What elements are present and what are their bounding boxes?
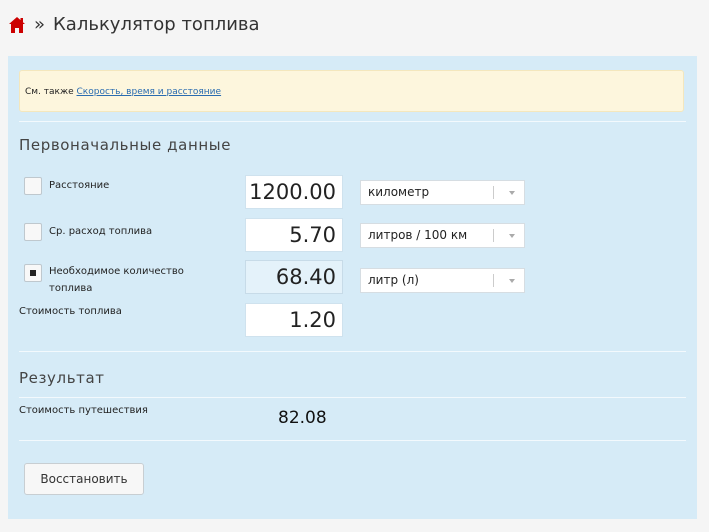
see-also-notice: См. также Скорость, время и расстояние bbox=[19, 70, 684, 112]
divider bbox=[19, 397, 686, 398]
divider bbox=[19, 440, 686, 441]
consumption-unit-select[interactable]: литров / 100 км bbox=[360, 223, 525, 248]
reset-button[interactable]: Восстановить bbox=[24, 463, 144, 495]
calculator-panel: См. также Скорость, время и расстояние П… bbox=[8, 56, 697, 519]
see-also-link[interactable]: Скорость, время и расстояние bbox=[77, 87, 222, 97]
home-icon[interactable] bbox=[8, 16, 26, 34]
fuel-needed-label-line2: топлива bbox=[49, 283, 93, 294]
divider bbox=[19, 121, 686, 122]
fuel-needed-label-line1: Необходимое количество bbox=[49, 266, 184, 277]
select-divider bbox=[493, 186, 494, 199]
trip-cost-value: 82.08 bbox=[278, 408, 327, 428]
fuel-cost-input[interactable]: 1.20 bbox=[245, 303, 343, 337]
consumption-checkbox[interactable] bbox=[24, 223, 42, 241]
fuel-needed-output: 68.40 bbox=[245, 260, 343, 294]
chevron-down-icon bbox=[509, 234, 515, 238]
breadcrumb: » Калькулятор топлива bbox=[8, 14, 260, 35]
distance-checkbox[interactable] bbox=[24, 177, 42, 195]
inputs-section-title: Первоначальные данные bbox=[19, 136, 232, 154]
select-divider bbox=[493, 274, 494, 287]
fuel-needed-unit-value: литр (л) bbox=[368, 273, 419, 287]
fuel-needed-label: Необходимое количество топлива bbox=[49, 263, 184, 297]
consumption-input[interactable]: 5.70 bbox=[245, 218, 343, 252]
distance-unit-value: километр bbox=[368, 185, 430, 199]
consumption-unit-value: литров / 100 км bbox=[368, 228, 468, 242]
page-title: Калькулятор топлива bbox=[53, 14, 260, 35]
chevron-down-icon bbox=[509, 279, 515, 283]
distance-input[interactable]: 1200.00 bbox=[245, 175, 343, 209]
fuel-needed-unit-select[interactable]: литр (л) bbox=[360, 268, 525, 293]
distance-label: Расстояние bbox=[49, 180, 110, 191]
select-divider bbox=[493, 229, 494, 242]
chevron-down-icon bbox=[509, 191, 515, 195]
distance-unit-select[interactable]: километр bbox=[360, 180, 525, 205]
fuel-cost-label: Стоимость топлива bbox=[19, 306, 122, 317]
fuel-needed-checkbox[interactable] bbox=[24, 264, 42, 282]
consumption-label: Ср. расход топлива bbox=[49, 226, 153, 237]
trip-cost-label: Стоимость путешествия bbox=[19, 405, 148, 416]
see-also-prefix: См. также bbox=[25, 87, 74, 97]
divider bbox=[19, 351, 686, 352]
result-section-title: Результат bbox=[19, 369, 105, 387]
breadcrumb-separator: » bbox=[34, 14, 46, 35]
